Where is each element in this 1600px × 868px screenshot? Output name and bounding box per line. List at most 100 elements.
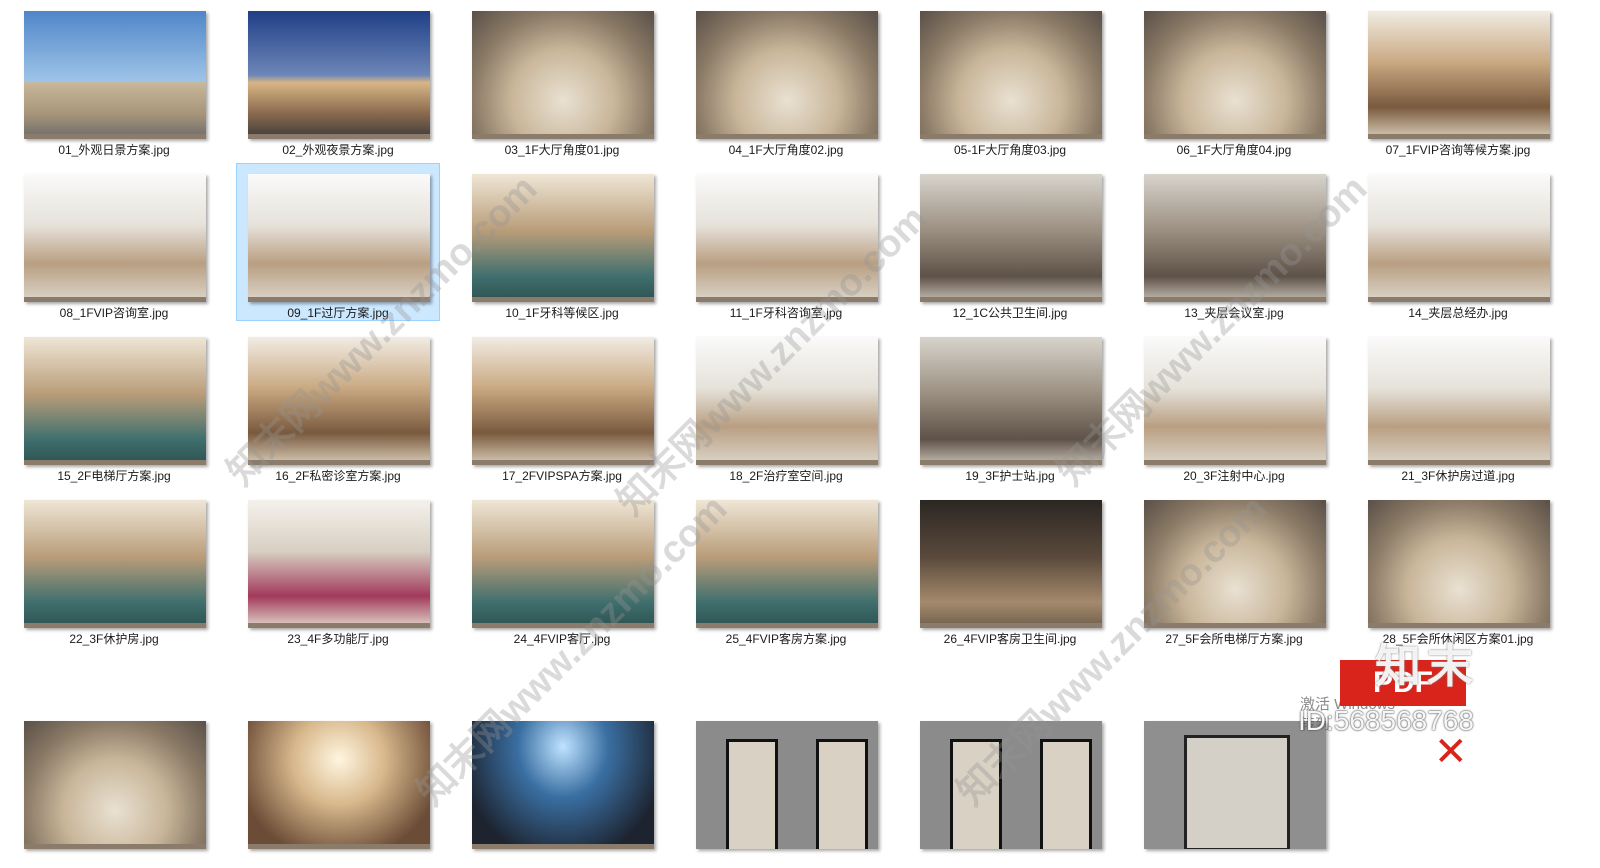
thumbnail-frame-bar [24,623,206,628]
file-item[interactable]: 22_3F休护房.jpg [12,489,216,647]
file-name: 12_1C公共卫生间.jpg [952,306,1068,320]
file-name: 10_1F牙科等候区.jpg [505,306,619,320]
file-name: 18_2F治疗室空间.jpg [729,469,843,483]
thumbnail-frame-bar [1368,623,1550,628]
thumbnail-image [1368,337,1550,465]
file-thumbnail [248,174,430,302]
file-item[interactable]: 04_1F大厅角度02.jpg [684,0,888,158]
thumbnail-frame-bar [248,844,430,849]
file-item[interactable]: 11_1F牙科咨询室.jpg [684,163,888,321]
file-item[interactable]: 28_5F会所休闲区方案01.jpg [1356,489,1560,647]
file-item[interactable] [908,710,1112,868]
file-item[interactable]: 09_1F过厅方案.jpg [236,163,440,321]
file-item[interactable] [12,710,216,868]
thumbnail-image [1368,174,1550,302]
brand-logo-text: 知末 [1375,640,1479,692]
file-item[interactable]: 24_4FVIP客厅.jpg [460,489,664,647]
file-thumbnail [24,721,206,849]
file-name: 15_2F电梯厅方案.jpg [57,469,171,483]
file-name: 26_4FVIP客房卫生间.jpg [943,632,1077,646]
thumbnail-image [1144,174,1326,302]
thumbnail-frame-bar [920,623,1102,628]
file-thumbnail [920,174,1102,302]
file-item[interactable]: 15_2F电梯厅方案.jpg [12,326,216,484]
file-thumbnail [248,337,430,465]
file-thumbnail [24,11,206,139]
file-item[interactable]: 25_4FVIP客房方案.jpg [684,489,888,647]
file-item[interactable]: 14_夹层总经办.jpg [1356,163,1560,321]
file-item[interactable]: 10_1F牙科等候区.jpg [460,163,664,321]
thumbnail-frame-bar [696,134,878,139]
file-item[interactable]: 01_外观日景方案.jpg [12,0,216,158]
file-thumbnail [24,337,206,465]
file-item[interactable]: 05-1F大厅角度03.jpg [908,0,1112,158]
thumbnail-image [1144,500,1326,628]
file-name: 13_夹层会议室.jpg [1184,306,1284,320]
file-thumbnail [24,174,206,302]
file-name: 23_4F多功能厅.jpg [287,632,389,646]
file-name: 17_2FVIPSPA方案.jpg [502,469,622,483]
file-item[interactable]: 08_1FVIP咨询室.jpg [12,163,216,321]
file-item[interactable]: 26_4FVIP客房卫生间.jpg [908,489,1112,647]
file-thumbnail [696,500,878,628]
thumbnail-frame-bar [472,460,654,465]
thumbnail-image [248,500,430,628]
file-item[interactable]: 27_5F会所电梯厅方案.jpg [1132,489,1336,647]
file-thumbnail [1144,337,1326,465]
file-thumbnail [248,11,430,139]
thumbnail-image [696,721,878,849]
thumbnail-image [248,337,430,465]
thumbnail-image [696,337,878,465]
file-name: 14_夹层总经办.jpg [1408,306,1508,320]
file-thumbnail [1368,500,1550,628]
file-item[interactable]: 20_3F注射中心.jpg [1132,326,1336,484]
file-name: 25_4FVIP客房方案.jpg [725,632,847,646]
file-item[interactable] [460,710,664,868]
file-thumbnail [920,11,1102,139]
thumbnail-frame-bar [1368,134,1550,139]
file-thumbnail [248,721,430,849]
file-item[interactable]: 16_2F私密诊室方案.jpg [236,326,440,484]
file-item[interactable]: 07_1FVIP咨询等候方案.jpg [1356,0,1560,158]
file-name: 22_3F休护房.jpg [69,632,159,646]
file-thumbnail [24,500,206,628]
thumbnail-image [920,174,1102,302]
thumbnail-frame-bar [920,134,1102,139]
file-item[interactable] [684,710,888,868]
file-item[interactable]: 06_1F大厅角度04.jpg [1132,0,1336,158]
thumbnail-image [24,174,206,302]
thumbnail-image [920,337,1102,465]
file-name: 09_1F过厅方案.jpg [287,306,389,320]
file-item[interactable]: 03_1F大厅角度01.jpg [460,0,664,158]
file-thumbnail [696,337,878,465]
thumbnail-image [696,500,878,628]
thumbnail-frame-bar [1144,623,1326,628]
file-item[interactable]: 18_2F治疗室空间.jpg [684,326,888,484]
thumbnail-image [472,500,654,628]
file-name: 03_1F大厅角度01.jpg [504,143,620,157]
file-item[interactable]: 23_4F多功能厅.jpg [236,489,440,647]
file-thumbnail [1368,337,1550,465]
thumbnail-image [920,500,1102,628]
file-thumbnail [696,721,878,849]
file-thumbnail [472,337,654,465]
file-thumbnail [920,721,1102,849]
file-item[interactable]: 17_2FVIPSPA方案.jpg [460,326,664,484]
file-name: 01_外观日景方案.jpg [58,143,170,157]
thumbnail-image [1144,11,1326,139]
file-item[interactable]: 13_夹层会议室.jpg [1132,163,1336,321]
thumbnail-image [472,337,654,465]
thumbnail-frame-bar [696,297,878,302]
file-item[interactable]: 12_1C公共卫生间.jpg [908,163,1112,321]
red-x-mark: ✕ [1434,730,1468,774]
file-item[interactable]: 21_3F休护房过道.jpg [1356,326,1560,484]
thumbnail-image [24,500,206,628]
file-item[interactable]: 19_3F护士站.jpg [908,326,1112,484]
thumbnail-image [1144,721,1326,849]
file-item[interactable] [236,710,440,868]
file-item[interactable]: 02_外观夜景方案.jpg [236,0,440,158]
thumbnail-image [1368,500,1550,628]
thumbnail-frame-bar [24,297,206,302]
file-name: 04_1F大厅角度02.jpg [728,143,844,157]
thumbnail-image [472,721,654,849]
